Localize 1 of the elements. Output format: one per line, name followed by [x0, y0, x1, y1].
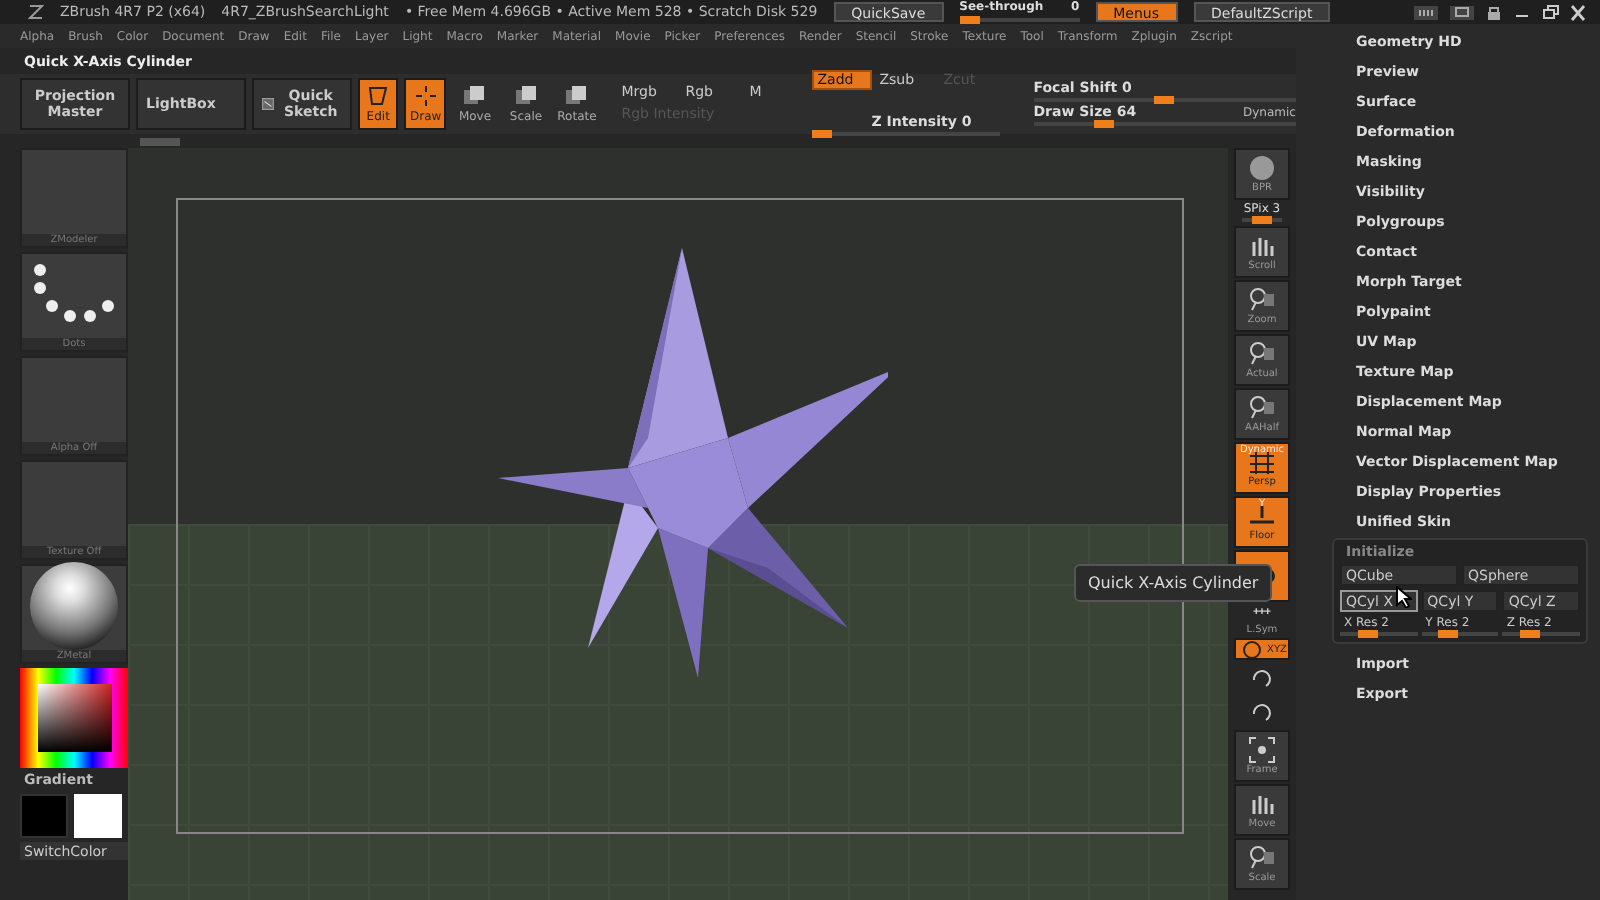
- tooltip: Quick X-Axis Cylinder: [1074, 564, 1273, 602]
